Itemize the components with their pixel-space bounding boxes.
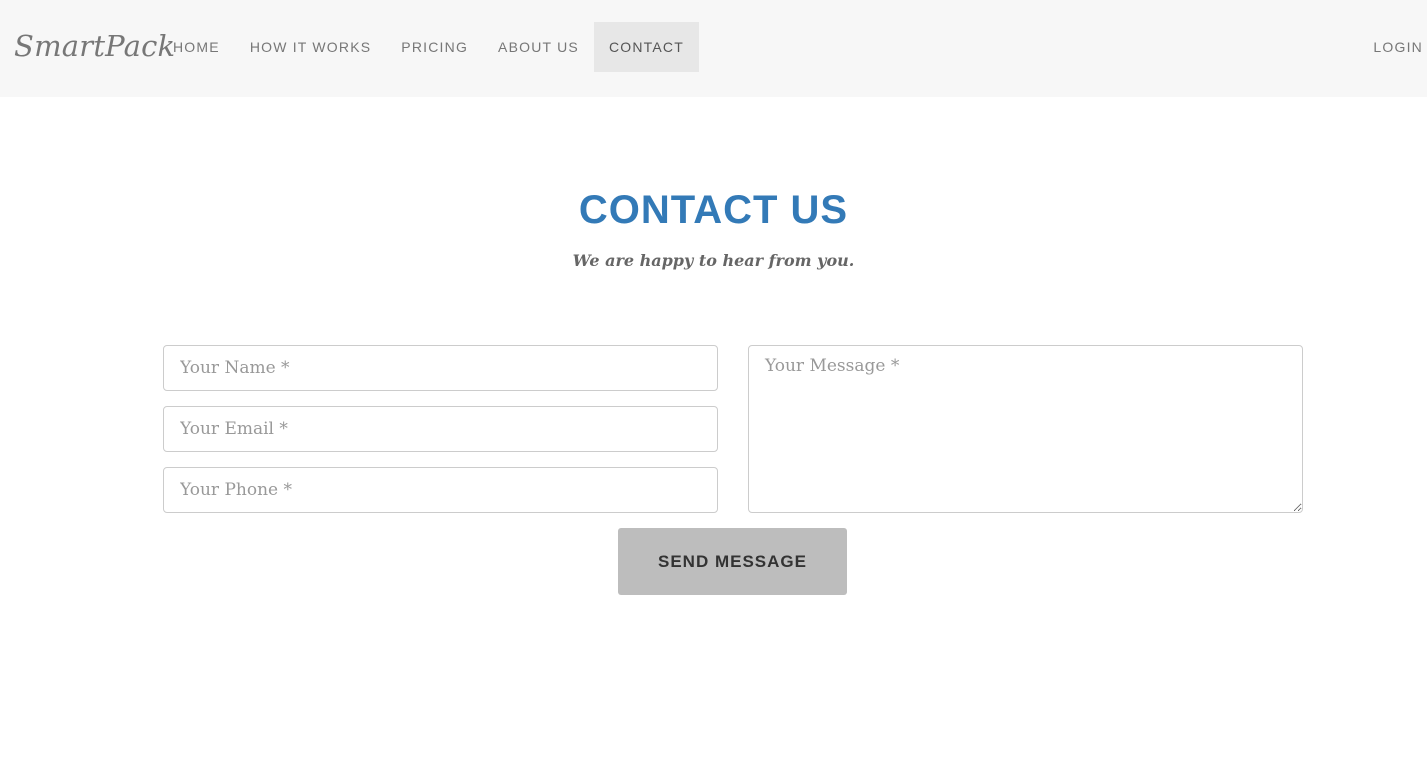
section-subtitle: We are happy to hear from you.	[572, 251, 855, 270]
nav-menu: HOME HOW IT WORKS PRICING ABOUT US CONTA…	[158, 22, 699, 72]
nav-item-about-us[interactable]: ABOUT US	[483, 22, 594, 72]
section-title: CONTACT US	[578, 188, 849, 232]
login-link[interactable]: LOGIN	[1373, 22, 1423, 72]
send-message-button[interactable]: SEND MESSAGE	[618, 528, 847, 595]
navbar: SmartPack HOME HOW IT WORKS PRICING ABOU…	[0, 0, 1427, 97]
nav-item-how-it-works[interactable]: HOW IT WORKS	[235, 22, 386, 72]
message-textarea[interactable]	[748, 345, 1303, 513]
brand-logo[interactable]: SmartPack	[14, 28, 175, 64]
nav-item-home[interactable]: HOME	[158, 22, 235, 72]
email-input[interactable]	[163, 406, 718, 452]
nav-item-pricing[interactable]: PRICING	[386, 22, 483, 72]
name-input[interactable]	[163, 345, 718, 391]
phone-input[interactable]	[163, 467, 718, 513]
nav-item-contact[interactable]: CONTACT	[593, 22, 699, 72]
